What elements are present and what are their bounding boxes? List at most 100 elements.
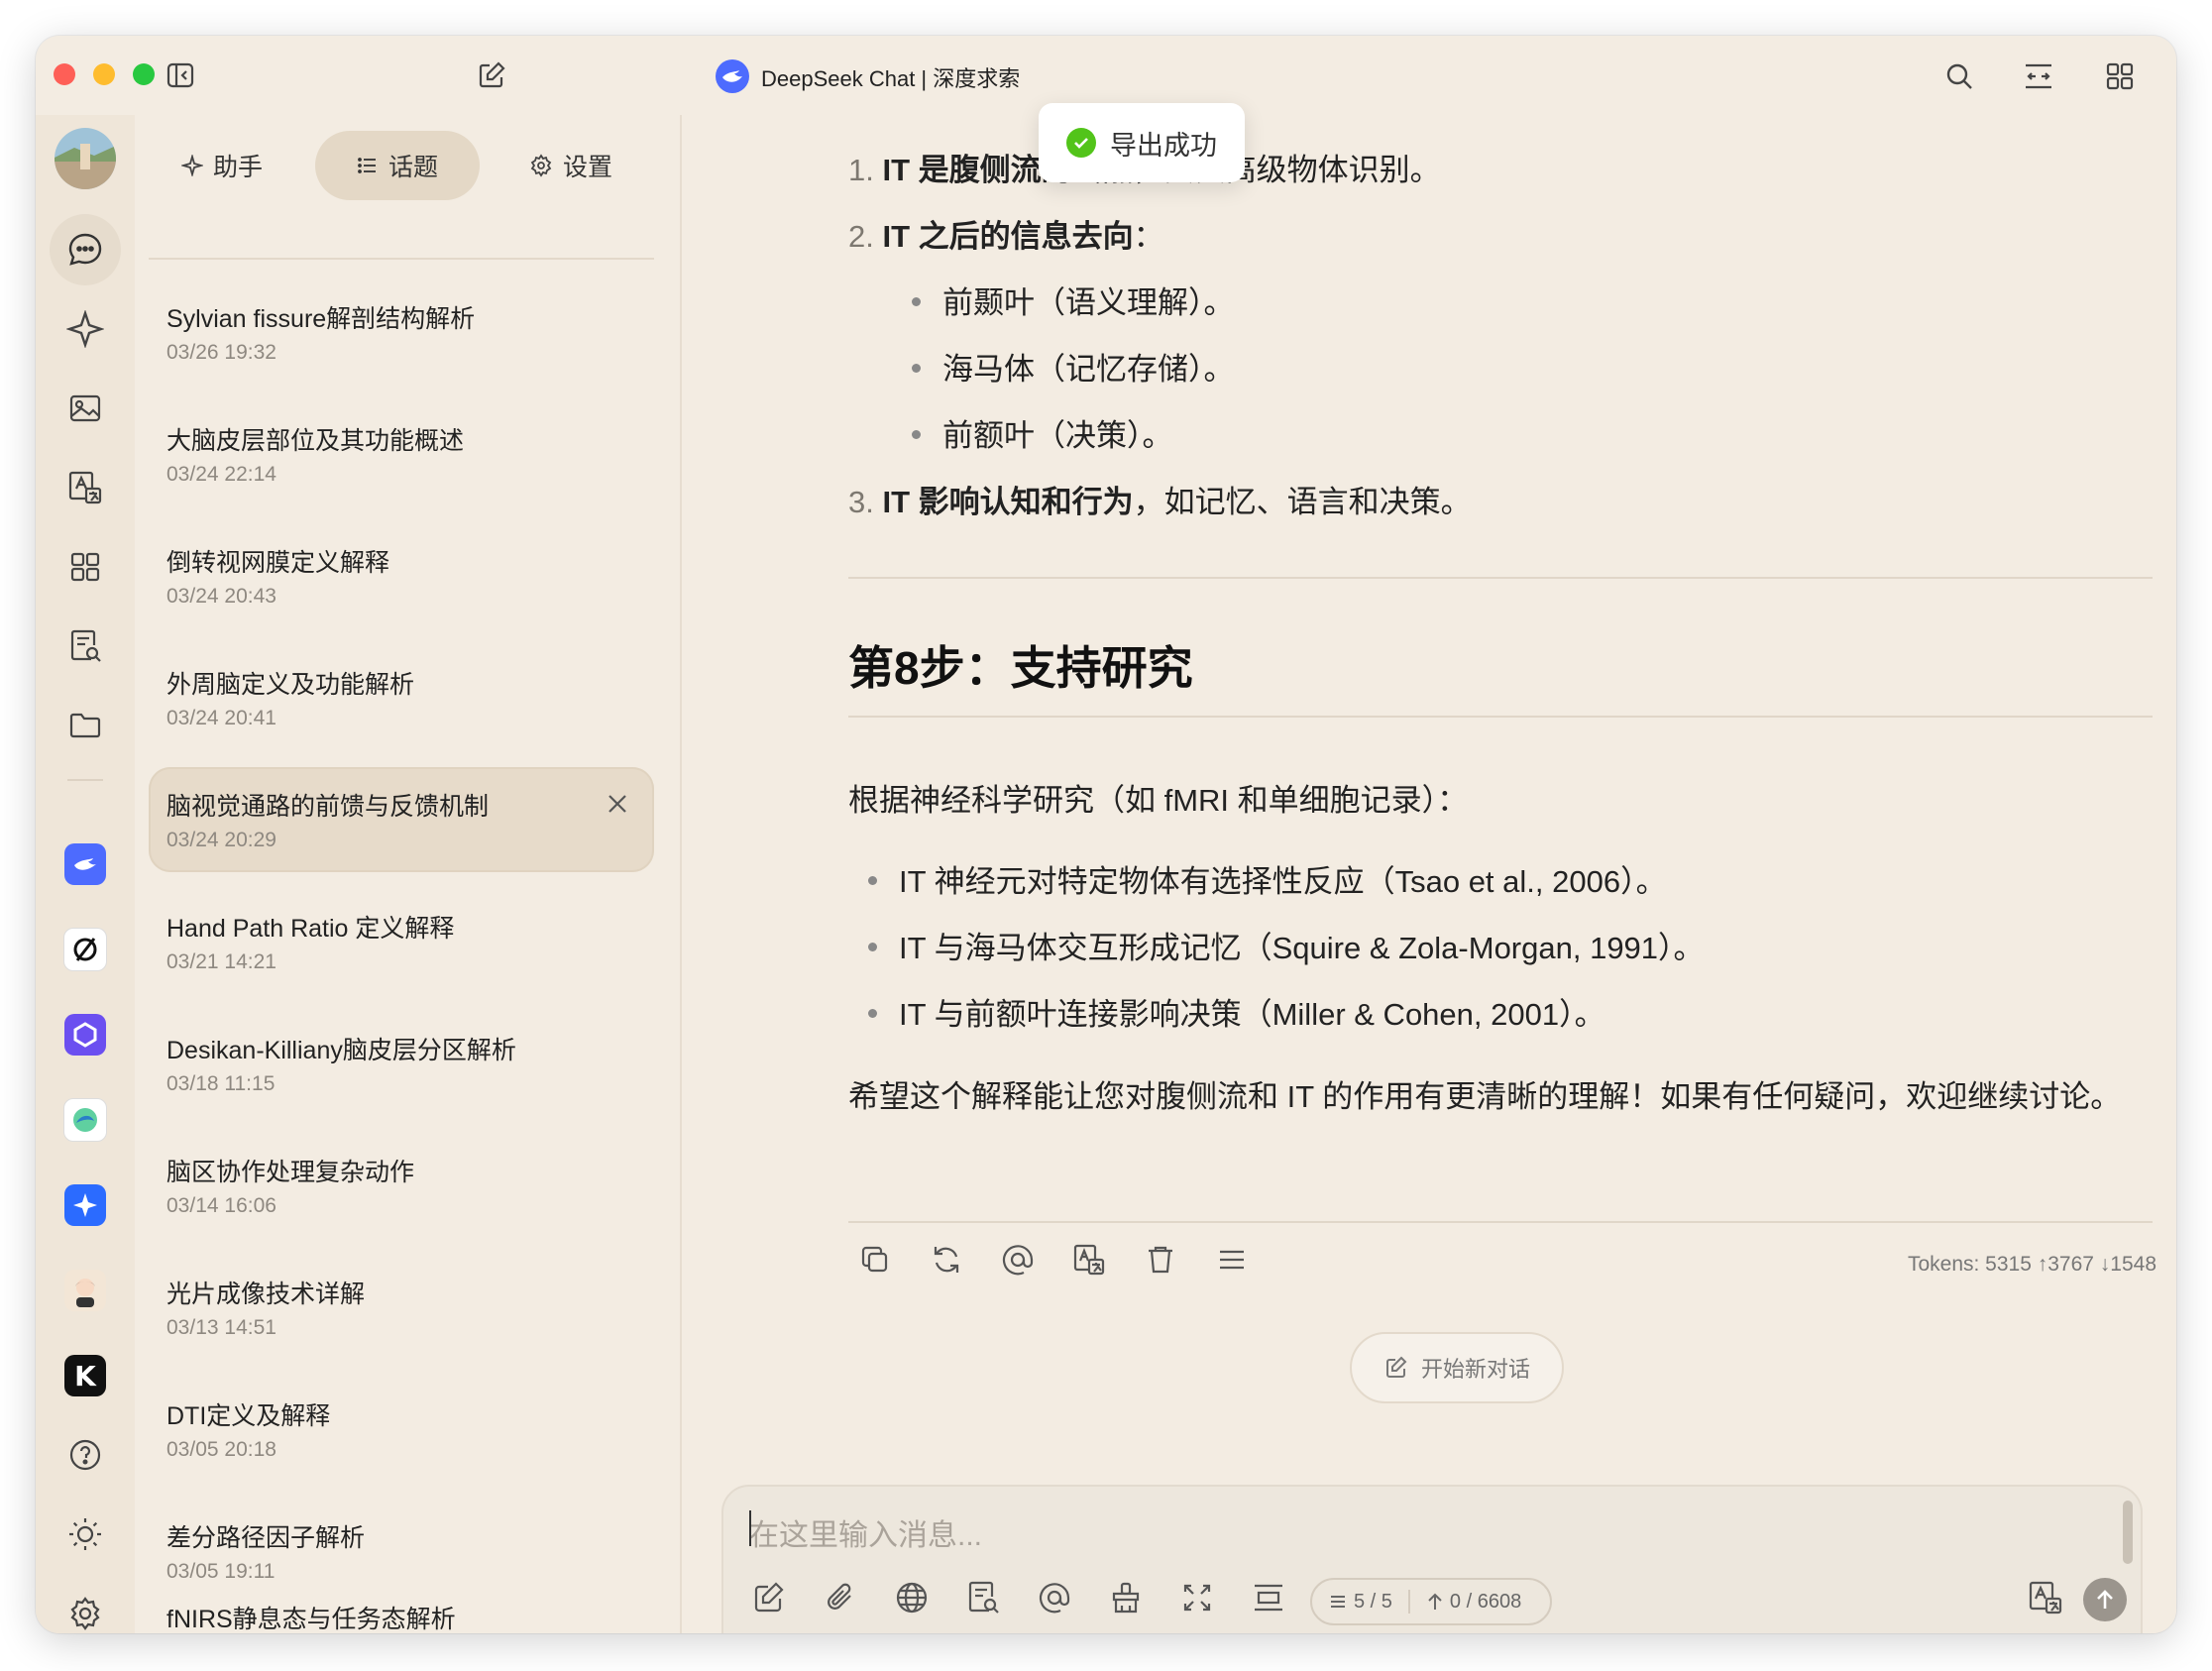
topic-date: 03/24 22:14 [166,463,276,486]
copy-icon[interactable] [858,1243,892,1281]
topic-title: Hand Path Ratio 定义解释 [166,915,455,943]
mini-apps-icon[interactable] [50,531,121,603]
kimi-app-icon[interactable]: K [50,1340,121,1411]
topic-item[interactable]: 倒转视网膜定义解释 03/24 20:43 [149,523,654,628]
assistant-sparkle-icon[interactable] [50,293,121,365]
topic-date: 03/24 20:43 [166,585,276,608]
clear-broom-icon[interactable] [1108,1580,1144,1620]
chat-icon[interactable] [50,214,121,285]
character-app-icon[interactable] [50,1255,121,1326]
topic-title: Sylvian fissure解剖结构解析 [166,305,476,333]
topic-item[interactable]: 光片成像技术详解 03/13 14:51 [149,1255,654,1360]
section-heading: 第8步：支持研究 [848,642,1193,694]
tab-assistant[interactable]: 助手 [149,131,295,200]
perplexity-app-icon[interactable] [50,914,121,985]
deepseek-app-icon[interactable] [50,829,121,900]
new-context-icon[interactable] [1251,1580,1286,1620]
app-rail: K [36,115,135,1633]
topic-date: 03/24 20:29 [166,829,276,851]
translate-message-icon[interactable] [1072,1243,1106,1281]
topic-title: fNIRS静息态与任务态解析 [166,1606,456,1633]
message-composer: 在这里输入消息... 5 / 5 0 / 6608 [721,1485,2143,1633]
topic-date: 03/18 11:15 [166,1072,276,1095]
tab-topics[interactable]: 话题 [315,131,480,200]
tab-topics-label: 话题 [387,154,438,181]
new-topic-icon[interactable] [474,57,509,93]
help-icon[interactable] [50,1419,121,1491]
topic-item[interactable]: fNIRS静息态与任务态解析 [149,1580,654,1633]
expand-icon[interactable] [1179,1580,1215,1620]
context-token-counter[interactable]: 5 / 5 0 / 6608 [1310,1578,1552,1625]
mention-model-icon[interactable] [1037,1580,1072,1620]
close-window-button[interactable] [54,63,75,85]
settings-gear-icon[interactable] [50,1578,121,1633]
folder-icon[interactable] [50,690,121,761]
translate-input-icon[interactable] [2028,1580,2063,1620]
knowledge-base-icon[interactable] [50,611,121,682]
composer-scrollbar[interactable] [2123,1501,2133,1564]
paragraph: 根据神经科学研究（如 fMRI 和单细胞记录）： [848,783,1469,818]
token-count: 0 / 6608 [1449,1590,1522,1613]
topic-item[interactable]: Desikan-Killiany脑皮层分区解析 03/18 11:15 [149,1011,654,1116]
topic-title: 脑区协作处理复杂动作 [166,1159,415,1186]
topic-item[interactable]: Sylvian fissure解剖结构解析 03/26 19:32 [149,279,654,385]
topic-title: 差分路径因子解析 [166,1524,366,1552]
topic-item[interactable]: 外周脑定义及功能解析 03/24 20:41 [149,645,654,750]
arrow-up-icon [1428,1593,1442,1610]
sidebar-toggle-icon[interactable] [163,57,198,93]
divider [848,1221,2153,1223]
divider [848,716,2153,718]
delete-topic-close-icon[interactable] [605,791,630,822]
message-toolbar: Tokens: 5315 ↑3767 ↓1548 [848,1235,2157,1294]
topic-title: Desikan-Killiany脑皮层分区解析 [166,1037,516,1064]
new-topic-edit-icon[interactable] [751,1580,787,1620]
knowledge-search-icon[interactable] [965,1580,1001,1620]
apps-grid-icon[interactable] [2101,57,2139,95]
ordered-list-item: 3. IT 影响认知和行为，如记忆、语言和决策。 [848,477,1472,521]
topic-item[interactable]: 大脑皮层部位及其功能概述 03/24 22:14 [149,401,654,506]
new-chat-button[interactable]: 开始新对话 [1350,1332,1564,1403]
sparkle-icon [180,155,203,176]
token-usage: Tokens: 5315 ↑3767 ↓1548 [1907,1253,2157,1276]
star-app-icon[interactable] [50,1170,121,1241]
context-list-icon [1331,1596,1345,1608]
topic-item[interactable]: Hand Path Ratio 定义解释 03/21 14:21 [149,889,654,994]
topic-item[interactable]: DTI定义及解释 03/05 20:18 [149,1377,654,1482]
minimize-window-button[interactable] [93,63,115,85]
message-input[interactable]: 在这里输入消息... [749,1510,982,1554]
theme-sun-icon[interactable] [50,1499,121,1570]
tab-settings[interactable]: 设置 [498,131,644,200]
edit-icon [1385,1356,1407,1378]
sub-bullet: 前颞叶（语义理解）。 [912,278,1235,322]
regenerate-icon[interactable] [930,1243,963,1281]
topic-title: 光片成像技术详解 [166,1281,366,1308]
list-number: 1. [848,153,874,187]
more-menu-icon[interactable] [1215,1243,1249,1281]
topic-item[interactable]: 脑区协作处理复杂动作 03/14 16:06 [149,1133,654,1238]
web-search-globe-icon[interactable] [894,1580,930,1620]
search-icon[interactable] [1940,57,1978,95]
translate-icon[interactable] [50,452,121,523]
list-item-bold: IT 之后的信息去向 [882,219,1134,254]
user-avatar[interactable] [50,123,121,194]
topic-title: 脑视觉通路的前馈与反馈机制 [166,793,490,821]
bullet-text: IT 与海马体交互形成记忆（Squire & Zola-Morgan, 1991… [899,931,1705,965]
attachment-paperclip-icon[interactable] [823,1580,858,1620]
bullet-text: IT 神经元对特定物体有选择性反应（Tsao et al., 2006）。 [899,864,1667,899]
topic-date: 03/14 16:06 [166,1194,276,1217]
gear-icon [530,154,552,177]
topic-date: 03/21 14:21 [166,950,276,973]
topic-title: 大脑皮层部位及其功能概述 [166,427,465,455]
delete-trash-icon[interactable] [1144,1243,1177,1281]
ordered-list-item: 2. IT 之后的信息去向： [848,211,1164,256]
topic-item-active[interactable]: 脑视觉通路的前馈与反馈机制 03/24 20:29 [149,767,654,872]
zoom-window-button[interactable] [133,63,155,85]
gemini-swirl-app-icon[interactable] [50,1084,121,1156]
divider [848,577,2153,579]
mention-icon[interactable] [1001,1243,1035,1281]
layout-switch-icon[interactable] [2020,57,2057,95]
image-icon[interactable] [50,373,121,444]
list-number: 2. [848,219,874,254]
send-button[interactable] [2083,1578,2127,1621]
poe-app-icon[interactable] [50,999,121,1070]
